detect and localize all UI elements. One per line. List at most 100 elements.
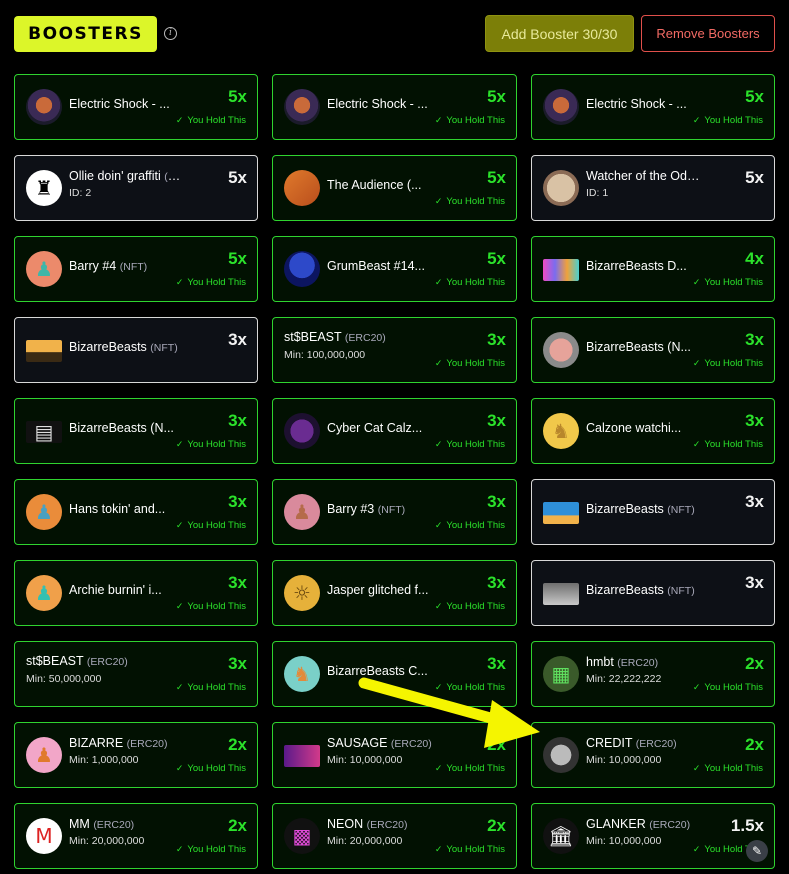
booster-card[interactable]: Electric Shock - ... 5x ✓ You Hold This bbox=[272, 74, 517, 140]
booster-name: Electric Shock - ... bbox=[69, 97, 184, 111]
credit-icon bbox=[543, 737, 579, 773]
barry-pink-icon: ♟ bbox=[284, 494, 320, 530]
booster-card[interactable]: GrumBeast #14... 5x ✓ You Hold This bbox=[272, 236, 517, 302]
booster-detail: ID: 1 bbox=[586, 187, 609, 199]
booster-card[interactable]: Watcher of the Odd Moo... ID: 1 5x bbox=[531, 155, 775, 221]
token-type: (ERC20) bbox=[390, 738, 432, 750]
booster-name-text: Hans tokin' and... bbox=[69, 502, 166, 516]
booster-card[interactable]: BizarreBeasts D... 4x ✓ You Hold This bbox=[531, 236, 775, 302]
colorful-art-icon bbox=[543, 259, 579, 281]
portrait-icon bbox=[543, 89, 579, 125]
booster-card[interactable]: Electric Shock - ... 5x ✓ You Hold This bbox=[14, 74, 258, 140]
token-type: (ERC20) bbox=[344, 332, 386, 344]
archie-icon: ♟ bbox=[26, 575, 62, 611]
booster-name: BizarreBeasts (NFT) bbox=[586, 583, 701, 597]
sausage-icon bbox=[284, 745, 320, 767]
check-icon: ✓ bbox=[692, 682, 701, 692]
booster-card[interactable]: The Audience (... 5x ✓ You Hold This bbox=[272, 155, 517, 221]
booster-card[interactable]: M MM (ERC20) Min: 20,000,000 2x ✓ You Hold Th… bbox=[14, 803, 258, 869]
hold-text: You Hold This bbox=[446, 277, 505, 288]
hold-status: ✓ You Hold This bbox=[435, 763, 505, 774]
booster-name: NEON (ERC20) bbox=[327, 817, 442, 831]
booster-card[interactable]: Electric Shock - ... 5x ✓ You Hold This bbox=[531, 74, 775, 140]
multiplier: 5x bbox=[487, 249, 506, 268]
booster-card[interactable]: ♟ Archie burnin' i... 3x ✓ You Hold This bbox=[14, 560, 258, 626]
booster-card[interactable]: BizarreBeasts (N... 3x ✓ You Hold This bbox=[531, 317, 775, 383]
booster-card[interactable]: CREDIT (ERC20) Min: 10,000,000 2x ✓ You Hold… bbox=[531, 722, 775, 788]
multiplier: 3x bbox=[228, 654, 247, 673]
booster-card[interactable]: ☼ Jasper glitched f... 3x ✓ You Hold This bbox=[272, 560, 517, 626]
multiplier: 2x bbox=[228, 735, 247, 754]
booster-card[interactable]: BizarreBeasts (NFT) 3x bbox=[531, 479, 775, 545]
booster-card[interactable]: ▦ hmbt (ERC20) Min: 22,222,222 2x ✓ You Hold … bbox=[531, 641, 775, 707]
multiplier: 3x bbox=[745, 330, 764, 349]
hold-status: ✓ You Hold This bbox=[435, 115, 505, 126]
hold-status: ✓ You Hold This bbox=[435, 196, 505, 207]
booster-name-text: hmbt bbox=[586, 655, 614, 669]
booster-name: GrumBeast #14... bbox=[327, 259, 442, 273]
booster-name: BizarreBeasts (N... bbox=[69, 421, 184, 435]
edit-icon[interactable]: ✎ bbox=[746, 840, 768, 862]
booster-name: Calzone watchi... bbox=[586, 421, 701, 435]
booster-card[interactable]: ♜ Ollie doin' graffiti (NFT) ID: 2 5x bbox=[14, 155, 258, 221]
booster-name-text: BizarreBeasts bbox=[69, 340, 147, 354]
booster-card[interactable]: BizarreBeasts (NFT) 3x bbox=[14, 317, 258, 383]
creature-icon bbox=[543, 332, 579, 368]
globe-art-icon bbox=[543, 502, 579, 524]
add-booster-button[interactable]: Add Booster 30/30 bbox=[485, 15, 634, 52]
hold-text: You Hold This bbox=[446, 682, 505, 693]
booster-card[interactable]: ♞ Calzone watchi... 3x ✓ You Hold This bbox=[531, 398, 775, 464]
booster-card[interactable]: ♞ BizarreBeasts C... 3x ✓ You Hold This bbox=[272, 641, 517, 707]
token-type: (NFT) bbox=[164, 171, 184, 183]
booster-card[interactable]: ♟ Barry #4 (NFT) 5x ✓ You Hold This bbox=[14, 236, 258, 302]
booster-name: BizarreBeasts D... bbox=[586, 259, 701, 273]
booster-card[interactable]: ♟ BIZARRE (ERC20) Min: 1,000,000 2x ✓ You Hol… bbox=[14, 722, 258, 788]
check-icon: ✓ bbox=[434, 277, 443, 287]
hold-text: You Hold This bbox=[187, 277, 246, 288]
token-type: (ERC20) bbox=[126, 738, 168, 750]
info-icon[interactable]: i bbox=[164, 27, 177, 40]
multiplier: 2x bbox=[487, 816, 506, 835]
remove-boosters-button[interactable]: Remove Boosters bbox=[641, 15, 775, 52]
booster-name-text: Barry #3 bbox=[327, 502, 375, 516]
hold-status: ✓ You Hold This bbox=[176, 277, 246, 288]
booster-name-text: st$BEAST bbox=[26, 654, 84, 668]
multiplier: 2x bbox=[745, 735, 764, 754]
booster-name-text: MM bbox=[69, 817, 90, 831]
hold-status: ✓ You Hold This bbox=[693, 115, 763, 126]
booster-card[interactable]: Cyber Cat Calz... 3x ✓ You Hold This bbox=[272, 398, 517, 464]
booster-name: hmbt (ERC20) bbox=[586, 655, 701, 669]
token-type: (ERC20) bbox=[366, 819, 408, 831]
boosters-logo: BOOSTERS bbox=[14, 16, 157, 52]
check-icon: ✓ bbox=[434, 844, 443, 854]
booster-card[interactable]: ♟ Hans tokin' and... 3x ✓ You Hold This bbox=[14, 479, 258, 545]
booster-card[interactable]: BizarreBeasts (NFT) 3x bbox=[531, 560, 775, 626]
hold-text: You Hold This bbox=[446, 763, 505, 774]
multiplier: 3x bbox=[487, 411, 506, 430]
check-icon: ✓ bbox=[175, 601, 184, 611]
hold-text: You Hold This bbox=[446, 115, 505, 126]
booster-name: BizarreBeasts (NFT) bbox=[586, 502, 701, 516]
booster-card[interactable]: ♟ Barry #3 (NFT) 3x ✓ You Hold This bbox=[272, 479, 517, 545]
grey-art-icon bbox=[543, 583, 579, 605]
booster-grid: Electric Shock - ... 5x ✓ You Hold This Elec… bbox=[14, 74, 775, 869]
booster-card[interactable]: st$BEAST (ERC20) Min: 50,000,000 3x ✓ You Ho… bbox=[14, 641, 258, 707]
check-icon: ✓ bbox=[692, 358, 701, 368]
booster-card[interactable]: ▩ NEON (ERC20) Min: 20,000,000 2x ✓ You Hold … bbox=[272, 803, 517, 869]
booster-card[interactable]: st$BEAST (ERC20) Min: 100,000,000 3x ✓ You H… bbox=[272, 317, 517, 383]
hold-text: You Hold This bbox=[704, 682, 763, 693]
booster-name: Watcher of the Odd Moo... bbox=[586, 169, 701, 183]
booster-card[interactable]: 🏛 GLANKER (ERC20) Min: 10,000,000 1.5x ✓ You … bbox=[531, 803, 775, 869]
multiplier: 3x bbox=[745, 573, 764, 592]
pixel-icon: ▦ bbox=[543, 656, 579, 692]
bank-icon: 🏛 bbox=[543, 818, 579, 854]
hold-text: You Hold This bbox=[704, 763, 763, 774]
booster-card[interactable]: SAUSAGE (ERC20) Min: 10,000,000 2x ✓ You Hol… bbox=[272, 722, 517, 788]
hold-status: ✓ You Hold This bbox=[693, 682, 763, 693]
token-type: (ERC20) bbox=[93, 819, 135, 831]
bizarre-icon: ♟ bbox=[26, 737, 62, 773]
multiplier: 5x bbox=[228, 168, 247, 187]
jasper-icon: ☼ bbox=[284, 575, 320, 611]
booster-card[interactable]: ▤ BizarreBeasts (N... 3x ✓ You Hold This bbox=[14, 398, 258, 464]
booster-name: The Audience (... bbox=[327, 178, 442, 192]
